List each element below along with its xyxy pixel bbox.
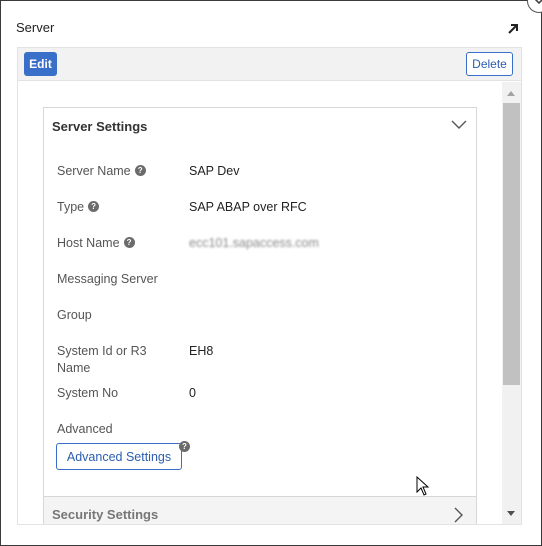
field-label-advanced: Advanced [57, 422, 113, 436]
field-label-host-name: Host Name? [57, 235, 135, 252]
chevron-right-icon[interactable] [454, 507, 464, 523]
help-icon[interactable]: ? [88, 201, 100, 212]
toolbar: Edit Delete [17, 47, 522, 81]
field-value-server-name: SAP Dev [189, 164, 240, 178]
field-label-server-name: Server Name? [57, 163, 146, 180]
delete-button[interactable]: Delete [466, 52, 513, 76]
security-settings-header[interactable]: Security Settings [43, 496, 477, 524]
edit-button[interactable]: Edit [24, 52, 57, 76]
scroll-down-arrow-icon[interactable] [507, 511, 515, 516]
field-value-system-id: EH8 [189, 344, 214, 358]
help-icon[interactable]: ? [179, 441, 190, 452]
chevron-down-icon[interactable] [451, 120, 467, 130]
security-settings-title: Security Settings [52, 507, 159, 522]
close-icon[interactable] [527, 0, 542, 13]
vertical-scrollbar[interactable] [502, 82, 521, 524]
field-value-system-no: 0 [189, 386, 196, 400]
window-title: Server [16, 20, 55, 35]
field-value-type: SAP ABAP over RFC [189, 200, 307, 214]
scroll-up-arrow-icon[interactable] [507, 91, 515, 96]
field-value-host-name: ecc101.sapaccess.com [189, 236, 319, 250]
server-settings-panel: Server Settings Server Name? SAP Dev Typ… [43, 107, 477, 524]
server-settings-header[interactable]: Server Settings [44, 108, 476, 146]
field-label-group: Group [57, 308, 92, 322]
expand-icon[interactable] [505, 21, 521, 37]
field-label-system-no: System No [57, 386, 119, 400]
server-settings-title: Server Settings [52, 119, 148, 134]
content-area: Server Settings Server Name? SAP Dev Typ… [17, 81, 522, 525]
mouse-cursor-icon [416, 476, 430, 496]
field-label-messaging-server: Messaging Server [57, 272, 158, 286]
server-dialog: Server Edit Delete Server Settings Serve… [0, 0, 542, 546]
scroll-thumb[interactable] [503, 103, 520, 385]
help-icon[interactable]: ? [134, 165, 146, 176]
field-label-system-id: System Id or R3 Name [57, 344, 147, 375]
help-icon[interactable]: ? [123, 237, 135, 248]
advanced-settings-button[interactable]: Advanced Settings [56, 443, 182, 470]
field-label-type: Type? [57, 199, 100, 216]
